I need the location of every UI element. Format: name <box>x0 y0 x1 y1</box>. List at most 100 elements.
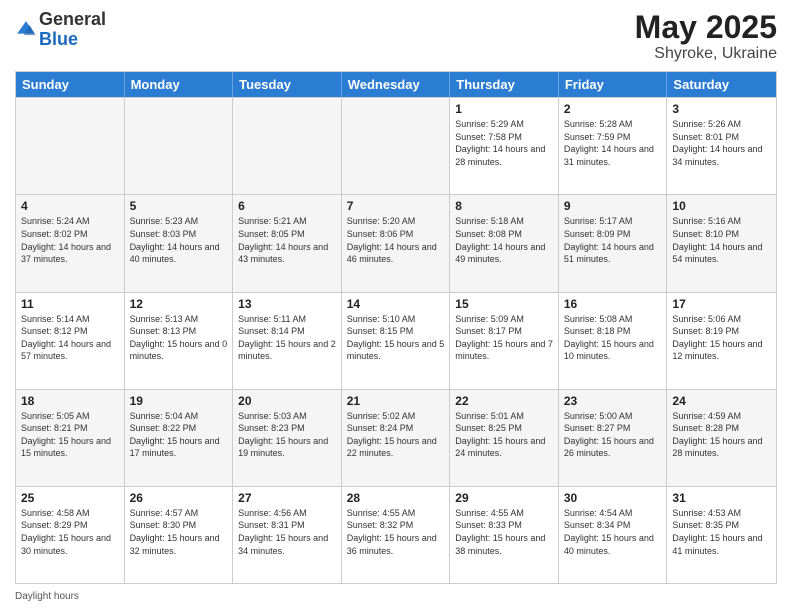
cell-info: Sunrise: 5:29 AMSunset: 7:58 PMDaylight:… <box>455 118 553 168</box>
day-number: 8 <box>455 199 553 213</box>
day-number: 21 <box>347 394 445 408</box>
cell-info: Sunrise: 5:16 AMSunset: 8:10 PMDaylight:… <box>672 215 771 265</box>
calendar-cell-9: 9Sunrise: 5:17 AMSunset: 8:09 PMDaylight… <box>559 195 668 291</box>
calendar-cell-7: 7 Sunrise: 5:20 AMSunset: 8:06 PMDaylight… <box>342 195 451 291</box>
cell-info: Sunrise: 5:09 AMSunset: 8:17 PMDaylight:… <box>455 313 553 363</box>
cell-info: Sunrise: 5:23 AMSunset: 8:03 PMDaylight:… <box>130 215 228 265</box>
calendar-cell-17: 17Sunrise: 5:06 AMSunset: 8:19 PMDayligh… <box>667 293 776 389</box>
cell-info: Sunrise: 5:06 AMSunset: 8:19 PMDaylight:… <box>672 313 771 363</box>
day-number: 12 <box>130 297 228 311</box>
cell-info: Sunrise: 4:55 AMSunset: 8:33 PMDaylight:… <box>455 507 553 557</box>
cell-info: Sunrise: 5:00 AMSunset: 8:27 PMDaylight:… <box>564 410 662 460</box>
calendar-body: 1 Sunrise: 5:29 AMSunset: 7:58 PMDaylight… <box>16 97 776 583</box>
day-number: 15 <box>455 297 553 311</box>
cell-info: Sunrise: 5:01 AMSunset: 8:25 PMDaylight:… <box>455 410 553 460</box>
calendar-row-1: 4Sunrise: 5:24 AMSunset: 8:02 PMDaylight… <box>16 194 776 291</box>
cell-info: Sunrise: 5:21 AMSunset: 8:05 PMDaylight:… <box>238 215 336 265</box>
day-header-sunday: Sunday <box>16 72 125 97</box>
calendar-row-3: 18 Sunrise: 5:05 AMSunset: 8:21 PMDayligh… <box>16 389 776 486</box>
calendar-row-4: 25Sunrise: 4:58 AMSunset: 8:29 PMDayligh… <box>16 486 776 583</box>
calendar-cell-10: 10Sunrise: 5:16 AMSunset: 8:10 PMDayligh… <box>667 195 776 291</box>
day-number: 9 <box>564 199 662 213</box>
calendar-cell-empty-2 <box>233 98 342 194</box>
cell-info: Sunrise: 5:05 AMSunset: 8:21 PMDaylight:… <box>21 410 119 460</box>
day-number: 25 <box>21 491 119 505</box>
calendar-cell-16: 16 Sunrise: 5:08 AMSunset: 8:18 PMDayligh… <box>559 293 668 389</box>
calendar-cell-28: 28 Sunrise: 4:55 AMSunset: 8:32 PMDayligh… <box>342 487 451 583</box>
calendar-cell-27: 27Sunrise: 4:56 AMSunset: 8:31 PMDayligh… <box>233 487 342 583</box>
header: General Blue May 2025 Shyroke, Ukraine <box>15 10 777 63</box>
calendar-cell-19: 19 Sunrise: 5:04 AMSunset: 8:22 PMDayligh… <box>125 390 234 486</box>
calendar-cell-12: 12 Sunrise: 5:13 AMSunset: 8:13 PMDayligh… <box>125 293 234 389</box>
logo-icon <box>15 19 37 41</box>
cell-info: Sunrise: 4:56 AMSunset: 8:31 PMDaylight:… <box>238 507 336 557</box>
day-number: 18 <box>21 394 119 408</box>
cell-info: Sunrise: 4:59 AMSunset: 8:28 PMDaylight:… <box>672 410 771 460</box>
day-number: 23 <box>564 394 662 408</box>
calendar-cell-4: 4Sunrise: 5:24 AMSunset: 8:02 PMDaylight… <box>16 195 125 291</box>
calendar-cell-31: 31Sunrise: 4:53 AMSunset: 8:35 PMDayligh… <box>667 487 776 583</box>
cell-info: Sunrise: 5:08 AMSunset: 8:18 PMDaylight:… <box>564 313 662 363</box>
calendar-cell-21: 21Sunrise: 5:02 AMSunset: 8:24 PMDayligh… <box>342 390 451 486</box>
day-number: 6 <box>238 199 336 213</box>
day-header-friday: Friday <box>559 72 668 97</box>
cell-info: Sunrise: 5:24 AMSunset: 8:02 PMDaylight:… <box>21 215 119 265</box>
calendar-cell-1: 1 Sunrise: 5:29 AMSunset: 7:58 PMDaylight… <box>450 98 559 194</box>
calendar-cell-11: 11 Sunrise: 5:14 AMSunset: 8:12 PMDayligh… <box>16 293 125 389</box>
cell-info: Sunrise: 5:03 AMSunset: 8:23 PMDaylight:… <box>238 410 336 460</box>
calendar-cell-24: 24Sunrise: 4:59 AMSunset: 8:28 PMDayligh… <box>667 390 776 486</box>
day-number: 29 <box>455 491 553 505</box>
logo: General Blue <box>15 10 106 50</box>
cell-info: Sunrise: 4:53 AMSunset: 8:35 PMDaylight:… <box>672 507 771 557</box>
page: General Blue May 2025 Shyroke, Ukraine S… <box>0 0 792 612</box>
calendar-header: SundayMondayTuesdayWednesdayThursdayFrid… <box>16 72 776 97</box>
day-number: 19 <box>130 394 228 408</box>
day-header-tuesday: Tuesday <box>233 72 342 97</box>
cell-info: Sunrise: 5:04 AMSunset: 8:22 PMDaylight:… <box>130 410 228 460</box>
cell-info: Sunrise: 5:13 AMSunset: 8:13 PMDaylight:… <box>130 313 228 363</box>
calendar-cell-26: 26 Sunrise: 4:57 AMSunset: 8:30 PMDayligh… <box>125 487 234 583</box>
cell-info: Sunrise: 5:28 AMSunset: 7:59 PMDaylight:… <box>564 118 662 168</box>
cell-info: Sunrise: 5:20 AMSunset: 8:06 PMDaylight:… <box>347 215 445 265</box>
day-number: 28 <box>347 491 445 505</box>
calendar-cell-30: 30 Sunrise: 4:54 AMSunset: 8:34 PMDayligh… <box>559 487 668 583</box>
day-header-saturday: Saturday <box>667 72 776 97</box>
calendar-location: Shyroke, Ukraine <box>635 45 777 63</box>
calendar-cell-18: 18 Sunrise: 5:05 AMSunset: 8:21 PMDayligh… <box>16 390 125 486</box>
day-number: 1 <box>455 102 553 116</box>
logo-general-text: General <box>39 9 106 29</box>
day-number: 13 <box>238 297 336 311</box>
day-number: 2 <box>564 102 662 116</box>
calendar-cell-20: 20Sunrise: 5:03 AMSunset: 8:23 PMDayligh… <box>233 390 342 486</box>
day-number: 5 <box>130 199 228 213</box>
calendar: SundayMondayTuesdayWednesdayThursdayFrid… <box>15 71 777 584</box>
cell-info: Sunrise: 5:14 AMSunset: 8:12 PMDaylight:… <box>21 313 119 363</box>
calendar-cell-6: 6 Sunrise: 5:21 AMSunset: 8:05 PMDaylight… <box>233 195 342 291</box>
day-number: 16 <box>564 297 662 311</box>
calendar-cell-14: 14Sunrise: 5:10 AMSunset: 8:15 PMDayligh… <box>342 293 451 389</box>
calendar-cell-empty-3 <box>342 98 451 194</box>
cell-info: Sunrise: 4:55 AMSunset: 8:32 PMDaylight:… <box>347 507 445 557</box>
day-number: 11 <box>21 297 119 311</box>
day-number: 26 <box>130 491 228 505</box>
calendar-cell-22: 22Sunrise: 5:01 AMSunset: 8:25 PMDayligh… <box>450 390 559 486</box>
cell-info: Sunrise: 5:18 AMSunset: 8:08 PMDaylight:… <box>455 215 553 265</box>
cell-info: Sunrise: 5:10 AMSunset: 8:15 PMDaylight:… <box>347 313 445 363</box>
day-header-monday: Monday <box>125 72 234 97</box>
calendar-row-0: 1 Sunrise: 5:29 AMSunset: 7:58 PMDaylight… <box>16 97 776 194</box>
day-header-thursday: Thursday <box>450 72 559 97</box>
cell-info: Sunrise: 5:26 AMSunset: 8:01 PMDaylight:… <box>672 118 771 168</box>
day-header-wednesday: Wednesday <box>342 72 451 97</box>
calendar-cell-2: 2 Sunrise: 5:28 AMSunset: 7:59 PMDaylight… <box>559 98 668 194</box>
day-number: 7 <box>347 199 445 213</box>
day-number: 30 <box>564 491 662 505</box>
cell-info: Sunrise: 4:54 AMSunset: 8:34 PMDaylight:… <box>564 507 662 557</box>
footer-note: Daylight hours <box>15 588 777 602</box>
calendar-cell-empty-0 <box>16 98 125 194</box>
calendar-row-2: 11 Sunrise: 5:14 AMSunset: 8:12 PMDayligh… <box>16 292 776 389</box>
calendar-cell-8: 8 Sunrise: 5:18 AMSunset: 8:08 PMDaylight… <box>450 195 559 291</box>
calendar-cell-23: 23 Sunrise: 5:00 AMSunset: 8:27 PMDayligh… <box>559 390 668 486</box>
calendar-cell-3: 3Sunrise: 5:26 AMSunset: 8:01 PMDaylight… <box>667 98 776 194</box>
cell-info: Sunrise: 4:57 AMSunset: 8:30 PMDaylight:… <box>130 507 228 557</box>
calendar-cell-15: 15 Sunrise: 5:09 AMSunset: 8:17 PMDayligh… <box>450 293 559 389</box>
